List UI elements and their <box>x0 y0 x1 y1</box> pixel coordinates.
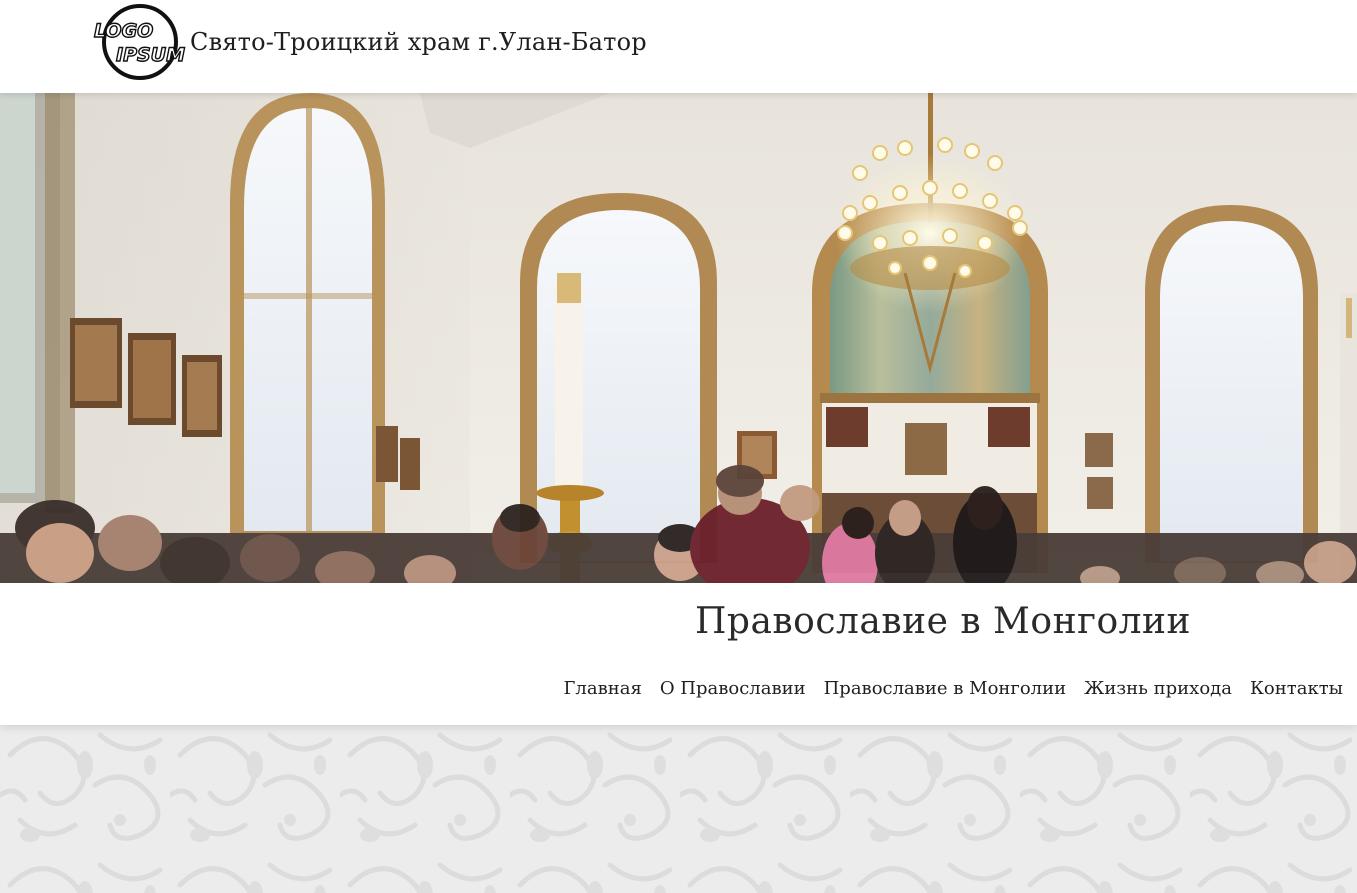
main-nav: Главная О Православии Православие в Монг… <box>564 678 1343 699</box>
logo[interactable]: LOGO IPSUM <box>92 3 190 81</box>
church-interior-illustration <box>0 93 1357 583</box>
damask-pattern <box>0 725 1357 893</box>
nav-item-parish-life[interactable]: Жизнь прихода <box>1084 678 1232 699</box>
logo-graphic: LOGO IPSUM <box>93 4 186 80</box>
nav-item-contacts[interactable]: Контакты <box>1250 678 1343 699</box>
hero-image <box>0 93 1357 583</box>
logo-text-top: LOGO <box>94 20 153 42</box>
nav-item-orthodoxy-mongolia[interactable]: Православие в Монголии <box>824 678 1067 699</box>
page-title: Православие в Монголии <box>695 601 1191 642</box>
logo-text-bottom: IPSUM <box>116 44 185 66</box>
section-header: Православие в Монголии Главная О Правосл… <box>0 583 1357 725</box>
site-header: LOGO IPSUM Свято-Троицкий храм г.Улан-Ба… <box>0 0 1357 93</box>
site-title[interactable]: Свято-Троицкий храм г.Улан-Батор <box>190 28 647 56</box>
nav-item-about-orthodoxy[interactable]: О Православии <box>660 678 806 699</box>
decorative-background <box>0 725 1357 893</box>
nav-item-home[interactable]: Главная <box>564 678 642 699</box>
